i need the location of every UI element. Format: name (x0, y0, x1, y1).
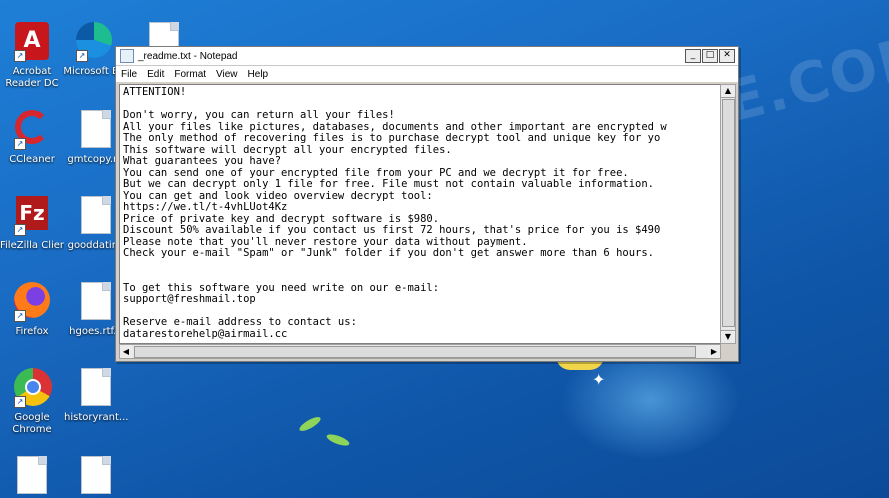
document-icon (78, 282, 114, 322)
vertical-scrollbar[interactable]: ▲ ▼ (720, 84, 736, 344)
firefox-icon: ↗ (14, 282, 50, 322)
note-line: The only method of recovering files is t… (123, 132, 661, 144)
acrobat-icon: A ↗ (14, 22, 50, 62)
note-line: Reserve e-mail address to contact us: (123, 316, 357, 328)
shortcut-arrow-icon: ↗ (14, 396, 26, 408)
desktop-icon-acrobat[interactable]: A ↗ Acrobat Reader DC (0, 22, 64, 90)
menu-file[interactable]: File (116, 69, 142, 80)
text-editor-area[interactable]: ATTENTION! Don't worry, you can return a… (119, 84, 721, 344)
menu-help[interactable]: Help (243, 69, 274, 80)
shortcut-arrow-icon: ↗ (14, 224, 26, 236)
desktop-icon-chrome[interactable]: ↗ Google Chrome (0, 368, 64, 436)
notepad-window[interactable]: _readme.txt - Notepad _ □ ✕ File Edit Fo… (115, 46, 739, 362)
chrome-icon: ↗ (14, 368, 52, 408)
filezilla-icon: Fz ↗ (14, 196, 50, 236)
desktop-icon-label: Reader DC (5, 78, 59, 89)
ccleaner-icon: ↗ (14, 110, 50, 150)
note-line: Discount 50% available if you contact us… (123, 224, 661, 236)
document-icon (14, 456, 50, 496)
shortcut-arrow-icon: ↗ (14, 310, 26, 322)
scroll-up-arrow-icon[interactable]: ▲ (721, 85, 735, 98)
desktop-icon-document[interactable] (64, 456, 128, 496)
menu-format[interactable]: Format (169, 69, 211, 80)
note-line (123, 271, 667, 283)
desktop-icon-label: Google (14, 412, 50, 423)
window-title: _readme.txt - Notepad (138, 50, 238, 62)
minimize-button[interactable]: _ (685, 49, 701, 63)
scroll-left-arrow-icon[interactable]: ◀ (120, 345, 132, 358)
wallpaper-leaf (297, 414, 323, 434)
wallpaper-sparkle: ✦ (592, 370, 606, 389)
horizontal-scrollbar[interactable]: ◀ ▶ (119, 344, 721, 359)
maximize-button[interactable]: □ (702, 49, 718, 63)
desktop-icon-label: CCleaner (9, 154, 55, 165)
desktop-icon-label: historyrant... (64, 412, 128, 423)
note-line: support@freshmail.top (123, 293, 256, 305)
desktop-icon-label: Firefox (15, 326, 49, 337)
desktop-icon-label: Acrobat (12, 66, 52, 77)
desktop-icon-ccleaner[interactable]: ↗ CCleaner (0, 110, 64, 166)
desktop-icon-label: FileZilla Client (0, 240, 64, 251)
menu-edit[interactable]: Edit (142, 69, 169, 80)
note-line: datarestorehelp@airmail.cc (123, 327, 288, 340)
ransom-note-text: ATTENTION! Don't worry, you can return a… (123, 86, 667, 340)
close-button[interactable]: ✕ (719, 49, 735, 63)
title-bar[interactable]: _readme.txt - Notepad _ □ ✕ (116, 47, 738, 66)
note-line: Check your e-mail "Spam" or "Junk" folde… (123, 247, 655, 259)
desktop-icon-filezilla[interactable]: Fz ↗ FileZilla Client (0, 196, 64, 252)
note-line: But we can decrypt only 1 file for free.… (123, 178, 655, 190)
horizontal-scroll-thumb[interactable] (134, 346, 696, 358)
note-line: https://we.tl/t-4vhLUot4Kz (123, 201, 288, 213)
shortcut-arrow-icon: ↗ (76, 50, 88, 62)
menu-view[interactable]: View (211, 69, 243, 80)
edge-icon: ↗ (76, 22, 112, 62)
menu-bar: File Edit Format View Help (116, 66, 738, 82)
vertical-scroll-thumb[interactable] (722, 99, 735, 327)
document-icon (78, 456, 114, 496)
note-line: ATTENTION! (123, 86, 187, 98)
desktop-icon-label: Chrome (12, 424, 52, 435)
document-icon (78, 368, 114, 408)
note-line: Don't worry, you can return all your fil… (123, 109, 395, 121)
notepad-icon (120, 49, 134, 63)
document-icon (78, 196, 114, 236)
note-line (123, 260, 667, 272)
note-line: What guarantees you have? (123, 155, 282, 167)
document-icon (78, 110, 114, 150)
shortcut-arrow-icon: ↗ (14, 50, 26, 62)
desktop-icon-historyrant[interactable]: historyrant... (64, 368, 128, 424)
wallpaper-leaf (325, 432, 351, 448)
desktop-icon-document[interactable] (0, 456, 64, 496)
scroll-right-arrow-icon[interactable]: ▶ (708, 345, 720, 358)
desktop-icon-firefox[interactable]: ↗ Firefox (0, 282, 64, 338)
scroll-down-arrow-icon[interactable]: ▼ (721, 330, 735, 343)
shortcut-arrow-icon: ↗ (14, 138, 26, 150)
